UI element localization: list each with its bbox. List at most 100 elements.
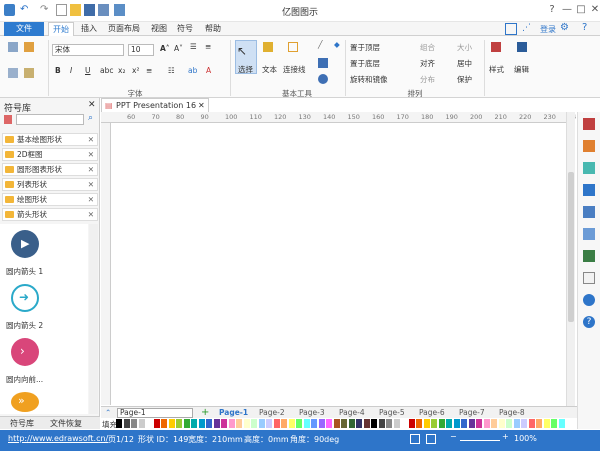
color-swatch[interactable] — [251, 419, 257, 428]
copy-icon[interactable] — [8, 68, 18, 78]
close-tab-icon[interactable]: ✕ — [198, 99, 205, 112]
color-swatch[interactable] — [123, 419, 130, 428]
circle-forward-shape[interactable]: › — [11, 338, 39, 366]
color-swatch[interactable] — [288, 419, 295, 428]
font-size-select[interactable]: 10 — [128, 44, 154, 56]
color-swatch[interactable] — [446, 419, 452, 428]
color-swatch[interactable] — [273, 419, 280, 428]
size-button[interactable]: 大小 — [457, 42, 472, 53]
paste-icon[interactable] — [24, 68, 34, 78]
help-icon[interactable]: ? — [583, 316, 595, 328]
color-swatch[interactable] — [258, 419, 265, 428]
notes-icon[interactable] — [583, 272, 595, 284]
tab-symbol[interactable]: 符号 — [174, 22, 196, 36]
send-back-button[interactable]: 置于底层 — [350, 58, 380, 69]
library-icon[interactable] — [4, 115, 12, 124]
tab-home[interactable]: 开始 — [48, 22, 74, 36]
fit-width-icon[interactable] — [426, 434, 436, 444]
connect-icon[interactable]: ⋰ — [522, 23, 531, 33]
color-swatch[interactable] — [266, 419, 272, 428]
text-label[interactable]: 文本 — [262, 64, 277, 75]
subscript-icon[interactable]: x₂ — [118, 66, 125, 75]
category-row[interactable]: 2D框图 ✕ — [2, 148, 98, 161]
page-select[interactable]: Page-1 — [117, 408, 193, 418]
search-input[interactable] — [16, 114, 84, 125]
edit-icon[interactable] — [517, 42, 527, 52]
page-icon[interactable] — [583, 228, 595, 240]
zoom-in-icon[interactable]: + — [502, 432, 509, 441]
vertical-scrollbar[interactable] — [566, 112, 575, 406]
grow-font-icon[interactable]: A˄ — [160, 44, 170, 53]
color-swatch[interactable] — [228, 419, 235, 428]
comment-icon[interactable] — [583, 294, 595, 306]
color-swatch[interactable] — [468, 419, 475, 428]
tab-file-recovery[interactable]: 文件恢复 — [50, 418, 82, 429]
color-swatch[interactable] — [401, 419, 407, 428]
color-swatch[interactable] — [491, 419, 497, 428]
color-swatch[interactable] — [431, 419, 437, 428]
website-link[interactable]: http://www.edrawsoft.cn/ — [8, 434, 108, 443]
category-row[interactable]: 箭头形状 ✕ — [2, 208, 98, 221]
category-row[interactable]: 绘图形状 ✕ — [2, 193, 98, 206]
style-button[interactable]: 样式 — [489, 64, 504, 75]
font-color-icon[interactable]: ab — [188, 66, 197, 75]
category-row[interactable]: 圆形图表形状 ✕ — [2, 163, 98, 176]
color-swatch[interactable] — [318, 419, 325, 428]
ellipse-icon[interactable] — [318, 74, 328, 84]
color-swatch[interactable] — [311, 419, 317, 428]
share-icon[interactable] — [505, 23, 517, 35]
color-swatch[interactable] — [363, 419, 370, 428]
rotate-mirror-button[interactable]: 旋转和镜像 — [350, 74, 388, 85]
italic-icon[interactable]: I — [70, 66, 72, 75]
color-swatch[interactable] — [303, 419, 310, 428]
color-swatch[interactable] — [161, 419, 167, 428]
color-swatch[interactable] — [236, 419, 242, 428]
circle-arrow-2-shape[interactable]: ➜ — [11, 284, 39, 312]
tab-file[interactable]: 文件 — [4, 22, 44, 36]
color-swatch[interactable] — [476, 419, 482, 428]
color-swatch[interactable] — [393, 419, 400, 428]
format-painter-icon[interactable] — [24, 42, 34, 52]
color-swatch[interactable] — [243, 419, 250, 428]
zoom-slider[interactable] — [460, 440, 500, 441]
line-style-icon[interactable]: ≡ — [205, 42, 211, 51]
line-icon[interactable]: ╱ — [318, 40, 323, 49]
tab-insert[interactable]: 插入 — [78, 22, 100, 36]
color-swatch[interactable] — [506, 419, 512, 428]
list-icon[interactable]: ☷ — [168, 66, 175, 75]
text-tool-icon[interactable] — [263, 42, 273, 52]
color-swatch[interactable] — [461, 419, 467, 428]
color-swatch[interactable] — [153, 419, 160, 428]
close-panel-icon[interactable]: ✕ — [88, 100, 96, 110]
color-swatch[interactable] — [453, 419, 460, 428]
color-swatch[interactable] — [558, 419, 565, 428]
collapse-icon[interactable]: ⌃ — [105, 407, 111, 419]
connector-label[interactable]: 连接线 — [283, 64, 306, 75]
help-circle-icon[interactable]: ? — [582, 22, 587, 33]
shadow-icon[interactable] — [583, 162, 595, 174]
color-swatch[interactable] — [131, 419, 137, 428]
font-name-select[interactable]: 宋体 — [52, 44, 124, 56]
settings-icon[interactable]: ⚙ — [560, 22, 569, 33]
color-swatch[interactable] — [176, 419, 182, 428]
strikethrough-icon[interactable]: abc — [100, 66, 113, 75]
tab-page-layout[interactable]: 页面布局 — [104, 22, 144, 36]
tab-symbol-library[interactable]: 符号库 — [10, 418, 34, 429]
color-swatch[interactable] — [191, 419, 197, 428]
color-swatch[interactable] — [281, 419, 287, 428]
bring-front-button[interactable]: 置于顶层 — [350, 42, 380, 53]
color-palette[interactable] — [116, 418, 568, 429]
arrow-shape-icon[interactable]: ◆ — [334, 40, 340, 49]
color-swatch[interactable] — [378, 419, 385, 428]
color-swatch[interactable] — [326, 419, 332, 428]
color-swatch[interactable] — [551, 419, 557, 428]
category-row[interactable]: 列表形状 ✕ — [2, 178, 98, 191]
bold-icon[interactable]: B — [55, 66, 61, 75]
color-swatch[interactable] — [221, 419, 227, 428]
color-swatch[interactable] — [543, 419, 550, 428]
help-icon[interactable]: ? — [545, 3, 559, 17]
color-swatch[interactable] — [416, 419, 422, 428]
image-icon[interactable] — [583, 184, 595, 196]
login-button[interactable]: 登录 — [540, 24, 556, 35]
color-swatch[interactable] — [513, 419, 520, 428]
